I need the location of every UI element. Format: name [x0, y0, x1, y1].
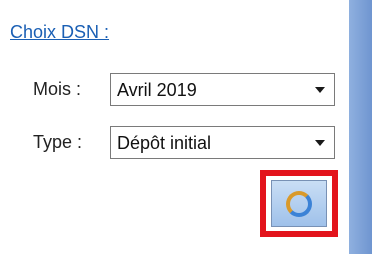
type-select[interactable]: Dépôt initial [110, 126, 335, 159]
refresh-icon [286, 190, 312, 217]
mois-select[interactable]: Avril 2019 [110, 73, 335, 106]
panel-right-border [349, 0, 372, 254]
mois-label: Mois : [33, 79, 82, 99]
refresh-button[interactable] [271, 180, 327, 227]
section-title-choix-dsn: Choix DSN : [10, 22, 110, 42]
type-label: Type : [33, 132, 83, 152]
type-select-value: Dépôt initial [117, 133, 212, 153]
mois-dropdown-arrow-icon[interactable] [307, 75, 333, 104]
type-dropdown-arrow-icon[interactable] [307, 128, 333, 157]
mois-select-value: Avril 2019 [117, 80, 197, 100]
